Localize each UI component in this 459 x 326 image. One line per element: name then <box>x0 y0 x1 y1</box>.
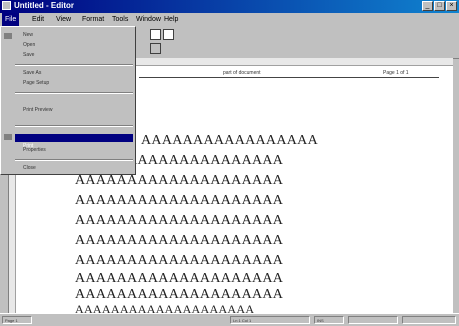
text-line-7: AAAAAAAAAAAAAAAAAAAA <box>75 253 284 268</box>
window-title: Untitled - Editor <box>14 1 74 10</box>
doc-header-left: part of document <box>223 70 261 76</box>
menu-item-exit[interactable]: Close <box>23 165 36 171</box>
menu-view[interactable]: View <box>56 13 71 26</box>
close-button[interactable]: × <box>446 1 457 11</box>
window-controls: _ □ × <box>422 1 457 11</box>
doc-header-right: Page 1 of 1 <box>383 70 409 76</box>
menu-separator <box>15 64 133 66</box>
menu-file[interactable]: File <box>2 13 20 26</box>
menu-format[interactable]: Format <box>82 13 104 26</box>
new-icon <box>4 33 12 39</box>
toolbar-button-2[interactable] <box>163 29 174 40</box>
menu-item-page-setup[interactable]: Page Setup <box>23 80 49 86</box>
text-line-9: AAAAAAAAAAAAAAAAAAAA <box>75 287 284 302</box>
text-line-5: AAAAAAAAAAAAAAAAAAAA <box>75 213 284 228</box>
menu-separator <box>15 159 133 161</box>
minimize-button[interactable]: _ <box>422 1 433 11</box>
menu-item-print-selected[interactable]: Print <box>15 134 133 149</box>
application-window: Untitled - Editor _ □ × File Edit View F… <box>0 0 459 326</box>
menu-edit[interactable]: Edit <box>32 13 44 26</box>
menu-separator <box>15 125 133 127</box>
menu-item-print-preview[interactable]: Print Preview <box>23 107 52 113</box>
text-line-6: AAAAAAAAAAAAAAAAAAAA <box>75 233 284 248</box>
title-bar[interactable]: Untitled - Editor _ □ × <box>0 0 459 13</box>
file-menu-dropdown: New Open Save Save As Page Setup Print P… <box>0 26 136 175</box>
menu-bar: File Edit View Format Tools Window Help <box>0 13 459 26</box>
toolbar-button-3[interactable] <box>150 43 161 54</box>
menu-item-open[interactable]: Open <box>23 42 35 48</box>
print-icon <box>4 134 12 140</box>
menu-item-save[interactable]: Save <box>23 52 34 58</box>
status-page: Page 1 <box>2 316 32 324</box>
menu-window[interactable]: Window <box>136 13 161 26</box>
header-rule <box>139 77 439 78</box>
menu-item-save-as[interactable]: Save As <box>23 70 41 76</box>
status-position: Ln 1 Col 1 <box>230 316 310 324</box>
menu-separator <box>15 92 133 94</box>
text-line-3: AAAAAAAAAAAAAAAAAAAA <box>75 173 284 188</box>
status-bar: Page 1 Ln 1 Col 1 INS <box>0 313 459 326</box>
menu-help[interactable]: Help <box>164 13 178 26</box>
menu-item-properties[interactable]: Properties <box>23 147 46 153</box>
app-icon[interactable] <box>2 1 11 10</box>
maximize-button[interactable]: □ <box>434 1 445 11</box>
status-cell-extra <box>348 316 398 324</box>
text-line-1: AAAAAAAAAAAAAAAAA <box>141 133 318 148</box>
menu-item-new[interactable]: New <box>23 32 33 38</box>
status-cell-extra-2 <box>402 316 456 324</box>
status-mode: INS <box>314 316 344 324</box>
text-line-4: AAAAAAAAAAAAAAAAAAAA <box>75 193 284 208</box>
menu-tools[interactable]: Tools <box>112 13 128 26</box>
toolbar-button-1[interactable] <box>150 29 161 40</box>
text-line-8: AAAAAAAAAAAAAAAAAAAA <box>75 271 284 286</box>
